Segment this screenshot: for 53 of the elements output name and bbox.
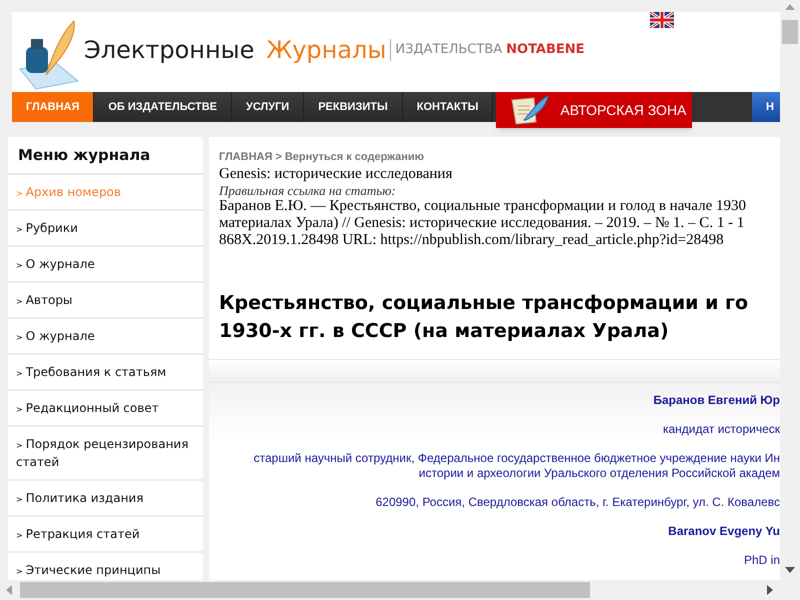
bullet-mark: > <box>16 531 23 540</box>
bullet-mark: > <box>16 495 23 504</box>
bullet-mark: > <box>16 441 23 450</box>
sidebar-link[interactable]: > Требования к статьям <box>8 355 203 391</box>
scroll-up-icon[interactable] <box>785 4 795 10</box>
paper-quill-icon <box>510 94 550 126</box>
inkwell-quill-icon <box>16 17 82 91</box>
sidebar-title: Меню журнала <box>8 137 203 175</box>
nav-tab[interactable]: Н <box>752 92 780 122</box>
sidebar-link[interactable]: > Политика издания <box>8 481 203 517</box>
scroll-down-icon[interactable] <box>785 567 795 573</box>
publisher-label: ИЗДАТЕЛЬСТВА <box>395 41 502 60</box>
nav-tab[interactable]: РЕКВИЗИТЫ <box>304 92 403 122</box>
journal-name: Genesis: исторические исследования <box>219 166 454 182</box>
bullet-mark: > <box>16 333 23 342</box>
article-title: Крестьянство, социальные трансформации и го 1930-х гг. в СССР (на материалах Урала) <box>219 290 748 344</box>
sidebar-link[interactable]: > Авторы <box>8 283 203 319</box>
sidebar-link[interactable]: > Рубрики <box>8 211 203 247</box>
nav-tab[interactable]: КОНТАКТЫ <box>402 92 494 122</box>
sidebar-link[interactable]: > О журнале <box>8 319 203 355</box>
scroll-left-icon[interactable] <box>6 585 12 595</box>
breadcrumb-link[interactable]: Вернуться к содержанию <box>284 149 424 166</box>
bullet-mark: > <box>16 225 23 234</box>
scrollbar-thumb[interactable] <box>782 20 798 44</box>
bullet-mark: > <box>16 297 23 306</box>
bullet-mark: > <box>16 567 23 576</box>
breadcrumb-separator: > <box>275 150 282 165</box>
uk-flag-icon[interactable] <box>650 12 674 28</box>
nav-tab[interactable]: УСЛУГИ <box>232 92 304 122</box>
logo-text: Журналы <box>266 38 386 62</box>
sidebar-link[interactable]: > Порядок рецензирования статей <box>8 427 203 481</box>
citation-text: Баранов Е.Ю. — Крестьянство, социальные трансформации и голод в начале 1930 материалах Урала) // Genesis: исторические исследования. – 2019. – № 1. – С. 1 - 1 868X.2019.1.28498 URL: https://nbpublish.com/library_read_article.php?id=28498 <box>219 198 747 248</box>
bullet-mark: > <box>16 261 23 270</box>
author-detail: PhD in <box>744 552 780 568</box>
sidebar-link[interactable]: > Ретракция статей <box>8 517 203 553</box>
citation-label: Правильная ссылка на статью: <box>219 182 397 198</box>
nav-tab[interactable]: ОБ ИЗДАТЕЛЬСТВЕ <box>94 92 232 122</box>
author-detail: 620990, Россия, Свердловская область, г. Екатеринбург, ул. С. Ковалевс <box>376 494 780 510</box>
author-zone-button[interactable]: АВТОРСКАЯ ЗОНА <box>496 92 692 128</box>
sidebar-link[interactable]: > Редакционный совет <box>8 391 203 427</box>
bullet-mark: > <box>16 405 23 414</box>
author-name: Baranov Evgeny Yu <box>668 524 780 538</box>
publisher-name: NOTABENE <box>506 41 585 60</box>
author-detail: кандидат историческ <box>662 422 780 436</box>
logo-text: Электронные <box>84 38 254 62</box>
scrollbar-thumb[interactable] <box>20 582 590 598</box>
sidebar-link[interactable]: > О журнале <box>8 247 203 283</box>
bullet-mark: > <box>16 189 23 198</box>
breadcrumb-link[interactable]: ГЛАВНАЯ <box>219 149 272 166</box>
scroll-right-icon[interactable] <box>767 585 773 595</box>
bullet-mark: > <box>16 369 23 378</box>
author-detail: старший научный сотрудник, Федеральное государственное бюджетное учреждение науки Ин истории и археологии Уральского отделения Российской академ <box>254 450 780 480</box>
author-name: Баранов Евгений Юр <box>653 392 780 408</box>
